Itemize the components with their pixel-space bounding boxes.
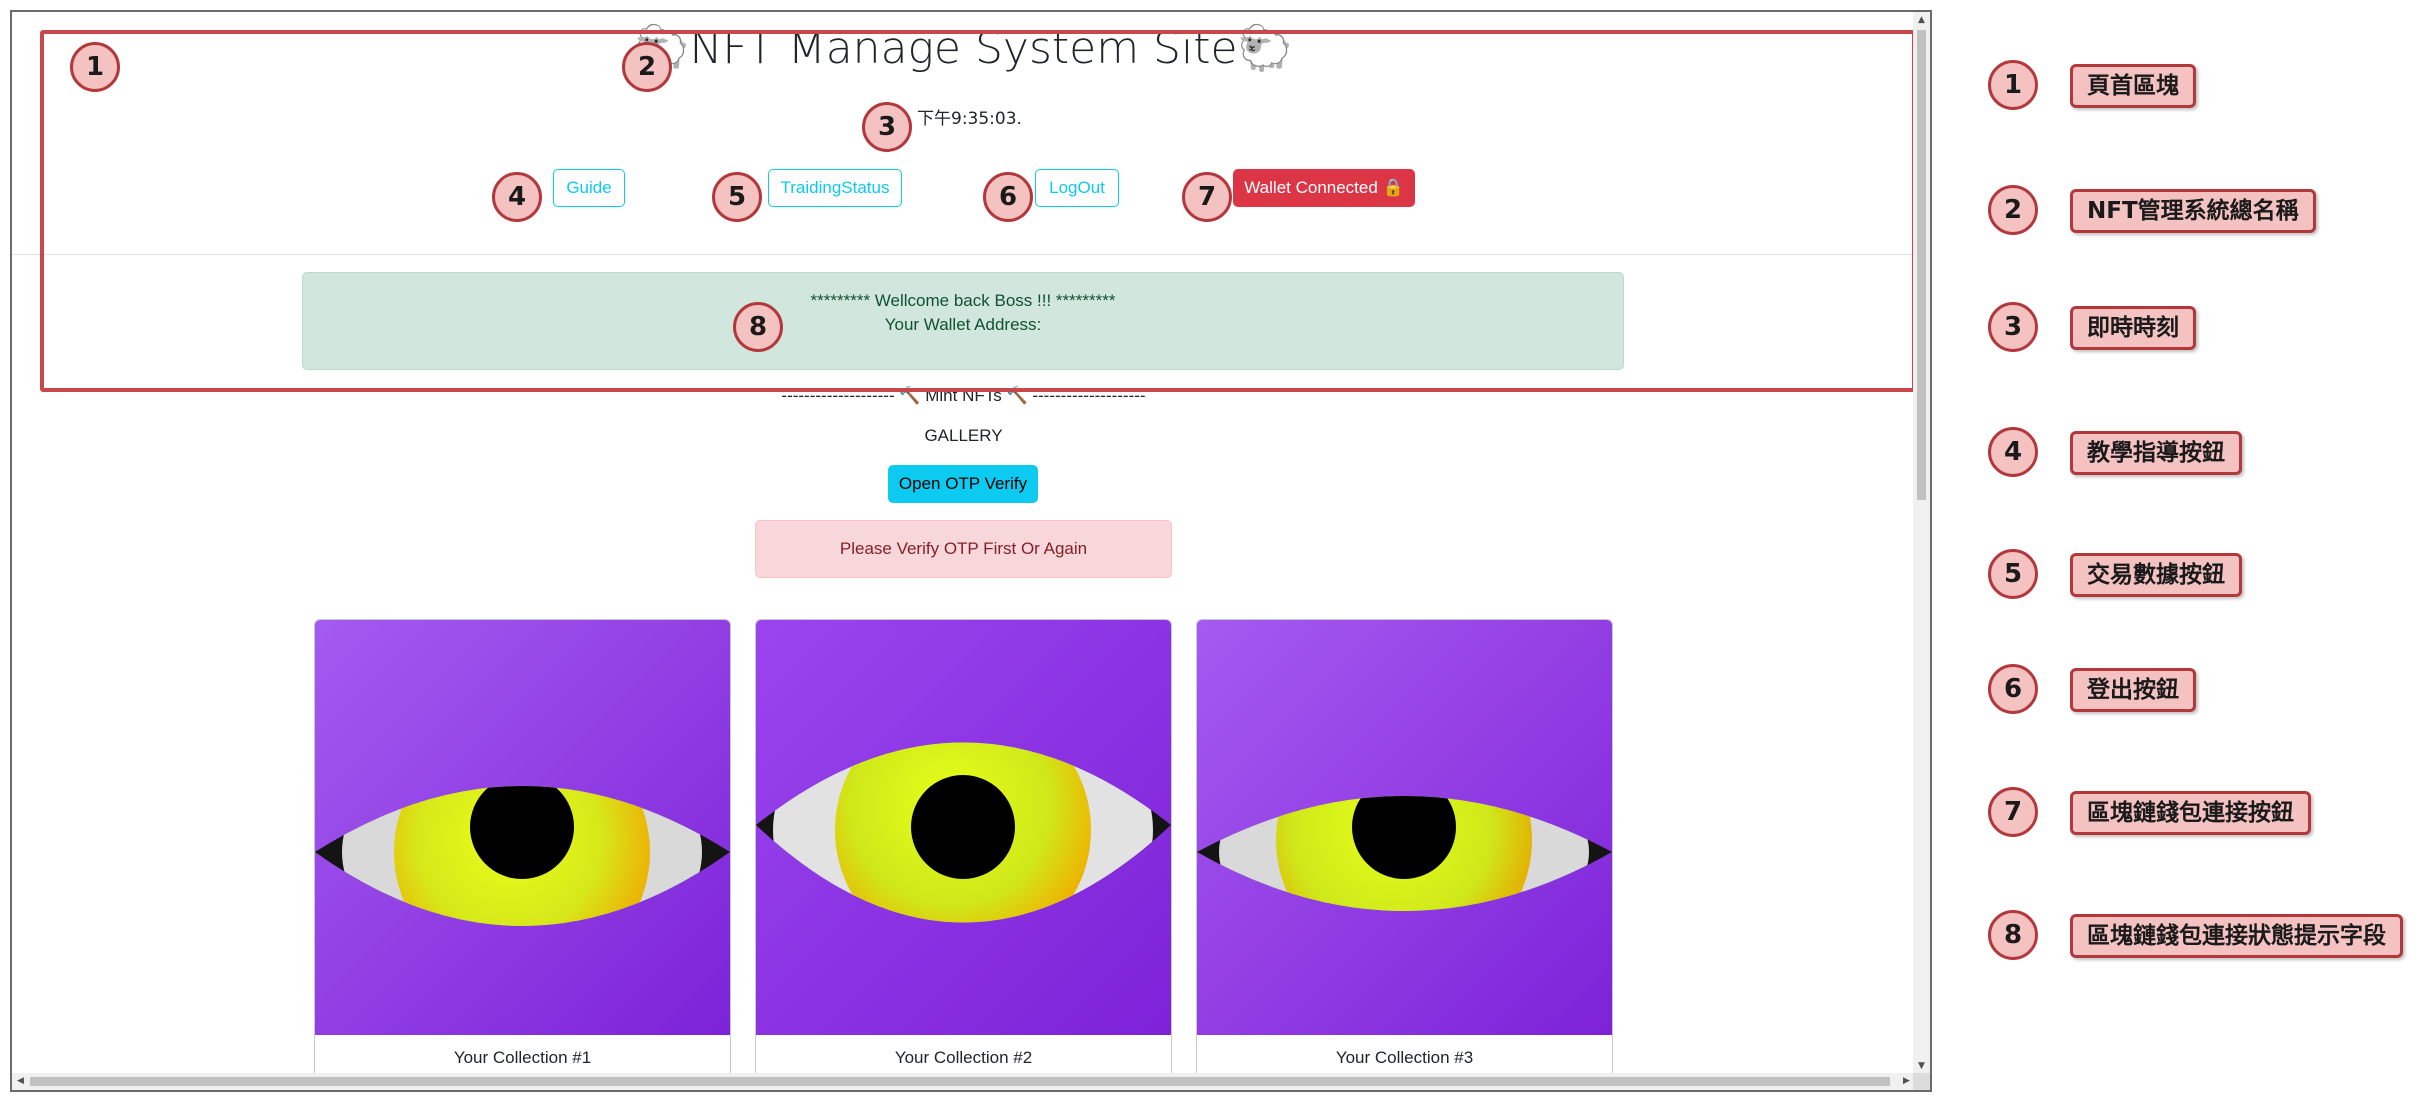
page-viewport: 🐑NFT Manage System Site🐑 下午9:35:03. Guid…: [12, 12, 1915, 1074]
annotation-badge: 6: [983, 172, 1033, 222]
nft-card[interactable]: Your Collection #1: [314, 619, 731, 1074]
legend-label: 交易數據按鈕: [2070, 553, 2242, 597]
legend-badge: 5: [1988, 549, 2038, 599]
legend-badge: 2: [1988, 185, 2038, 235]
nft-eye-image: [315, 620, 730, 1035]
legend-label: 頁首區塊: [2070, 64, 2196, 108]
annotation-badge: 4: [492, 172, 542, 222]
annotation-badge: 8: [733, 302, 783, 352]
wallet-address-label: Your Wallet Address:: [884, 315, 1042, 334]
page-title: 🐑NFT Manage System Site🐑: [634, 23, 1293, 74]
collection-caption: Your Collection #1: [453, 1048, 592, 1067]
scroll-down-icon[interactable]: ▼: [1913, 1058, 1930, 1074]
legend-label: 即時時刻: [2070, 306, 2196, 350]
welcome-message: ********* Wellcome back Boss !!! *******…: [810, 291, 1116, 310]
gallery-heading: GALLERY: [924, 426, 1003, 445]
nft-card[interactable]: Your Collection #2: [755, 619, 1172, 1074]
trading-status-button[interactable]: TraidingStatus: [768, 169, 902, 207]
wallet-connected-button[interactable]: Wallet Connected 🔒: [1233, 169, 1415, 207]
legend-label: NFT管理系統總名稱: [2070, 189, 2316, 233]
legend-label: 區塊鏈錢包連接按鈕: [2070, 791, 2311, 835]
open-otp-verify-button[interactable]: Open OTP Verify: [888, 465, 1038, 503]
live-clock: 下午9:35:03.: [917, 109, 1022, 129]
browser-window: 🐑NFT Manage System Site🐑 下午9:35:03. Guid…: [10, 10, 1932, 1092]
nft-eye-image: [1197, 620, 1612, 1035]
annotation-badge: 3: [862, 102, 912, 152]
nft-card[interactable]: Your Collection #3: [1196, 619, 1613, 1074]
scroll-up-icon[interactable]: ▲: [1913, 12, 1930, 28]
legend-badge: 3: [1988, 302, 2038, 352]
annotation-badge: 5: [712, 172, 762, 222]
annotation-badge: 2: [622, 42, 672, 92]
nft-eye-image: [756, 620, 1171, 1035]
legend-badge: 6: [1988, 664, 2038, 714]
legend-label: 登出按鈕: [2070, 668, 2196, 712]
legend-badge: 1: [1988, 60, 2038, 110]
header-divider: [12, 254, 1915, 255]
scroll-left-icon[interactable]: ◀: [12, 1073, 29, 1090]
vertical-scroll-thumb[interactable]: [1917, 30, 1926, 500]
mint-nfts-heading: -------------------- 🔨 Mint NFTs 🔨 -----…: [781, 386, 1146, 405]
legend-badge: 8: [1988, 910, 2038, 960]
annotation-badge: 7: [1182, 172, 1232, 222]
legend-badge: 4: [1988, 427, 2038, 477]
legend-label: 教學指導按鈕: [2070, 431, 2242, 475]
legend-badge: 7: [1988, 787, 2038, 837]
vertical-scrollbar[interactable]: ▲ ▼: [1913, 12, 1930, 1074]
logout-button[interactable]: LogOut: [1035, 169, 1119, 207]
scrollbar-corner: [1913, 1073, 1930, 1090]
annotation-badge: 1: [70, 42, 120, 92]
collection-caption: Your Collection #3: [1335, 1048, 1474, 1067]
collection-caption: Your Collection #2: [894, 1048, 1033, 1067]
wallet-status-alert: ********* Wellcome back Boss !!! *******…: [302, 272, 1624, 370]
otp-verify-alert: Please Verify OTP First Or Again: [755, 520, 1172, 578]
horizontal-scroll-thumb[interactable]: [30, 1077, 1890, 1086]
guide-button[interactable]: Guide: [553, 169, 625, 207]
horizontal-scrollbar[interactable]: ◀ ▶: [12, 1073, 1915, 1090]
legend-label: 區塊鏈錢包連接狀態提示字段: [2070, 914, 2403, 958]
